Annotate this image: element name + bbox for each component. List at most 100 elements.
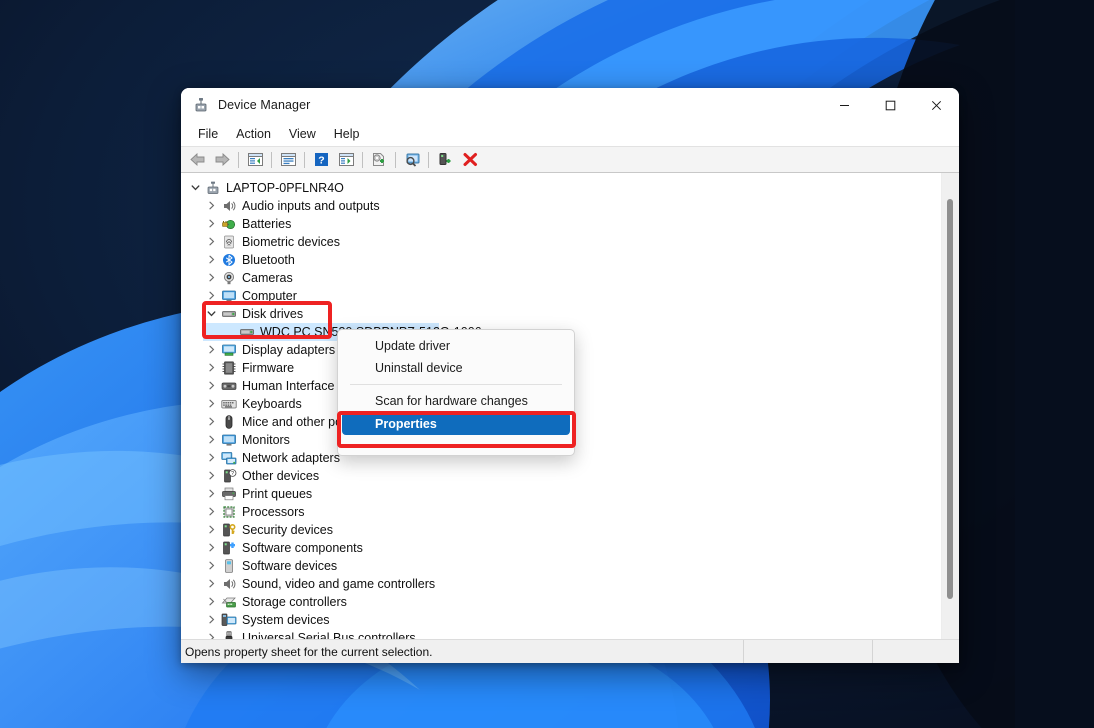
tree-node[interactable]: LAPTOP-0PFLNR4O: [181, 179, 941, 197]
tree-node-label: Network adapters: [242, 451, 340, 465]
device-manager-icon: [193, 97, 209, 113]
minimize-button[interactable]: [821, 88, 867, 122]
tree-node[interactable]: Security devices: [181, 521, 941, 539]
chevron-right-icon[interactable]: [203, 255, 220, 266]
battery-icon: [220, 216, 237, 232]
context-menu-item-properties[interactable]: Properties: [342, 412, 570, 435]
chevron-right-icon[interactable]: [203, 507, 220, 518]
system-device-icon: [220, 612, 237, 628]
chevron-right-icon[interactable]: [203, 453, 220, 464]
tree-node[interactable]: ? Other devices: [181, 467, 941, 485]
tree-node[interactable]: Audio inputs and outputs: [181, 197, 941, 215]
status-pane-2: [744, 640, 873, 663]
chevron-right-icon[interactable]: [203, 201, 220, 212]
chevron-right-icon[interactable]: [203, 489, 220, 500]
menu-view[interactable]: View: [280, 124, 325, 144]
uninstall-device-icon[interactable]: [458, 149, 482, 171]
window-controls: [821, 88, 959, 122]
context-menu-item-scan-for-hardware-changes[interactable]: Scan for hardware changes: [342, 390, 570, 412]
tree-node-label: Keyboards: [242, 397, 302, 411]
update-driver-icon[interactable]: [367, 149, 391, 171]
tree-node[interactable]: Cameras: [181, 269, 941, 287]
chevron-right-icon[interactable]: [203, 345, 220, 356]
tree-node[interactable]: Bluetooth: [181, 251, 941, 269]
tree-node[interactable]: Sound, video and game controllers: [181, 575, 941, 593]
tree-node[interactable]: Biometric devices: [181, 233, 941, 251]
software-device-icon: [220, 558, 237, 574]
properties-icon[interactable]: [276, 149, 300, 171]
tree-node-label: Cameras: [242, 271, 293, 285]
show-hide-console-tree-icon[interactable]: [243, 149, 267, 171]
tree-node[interactable]: Software devices: [181, 557, 941, 575]
chevron-right-icon[interactable]: [203, 237, 220, 248]
menu-help[interactable]: Help: [325, 124, 369, 144]
chevron-right-icon[interactable]: [203, 615, 220, 626]
help-icon[interactable]: ?: [309, 149, 333, 171]
toolbar-separator: [362, 151, 363, 168]
disk-drive-icon: [238, 324, 255, 340]
chevron-right-icon[interactable]: [203, 471, 220, 482]
tree-node[interactable]: Computer: [181, 287, 941, 305]
tree-node[interactable]: Print queues: [181, 485, 941, 503]
context-menu-item-update-driver[interactable]: Update driver: [342, 335, 570, 357]
tree-node[interactable]: Batteries: [181, 215, 941, 233]
scrollbar-thumb[interactable]: [947, 199, 953, 599]
enable-device-icon[interactable]: [433, 149, 457, 171]
close-button[interactable]: [913, 88, 959, 122]
chevron-down-icon[interactable]: [187, 183, 204, 194]
context-menu-item-uninstall-device[interactable]: Uninstall device: [342, 357, 570, 379]
chevron-right-icon[interactable]: [203, 363, 220, 374]
chevron-right-icon[interactable]: [203, 381, 220, 392]
tree-node[interactable]: Storage controllers: [181, 593, 941, 611]
tree-node[interactable]: Software components: [181, 539, 941, 557]
monitor-icon: [220, 288, 237, 304]
tree-node[interactable]: Universal Serial Bus controllers: [181, 629, 941, 639]
chevron-right-icon[interactable]: [203, 291, 220, 302]
tree-node-label: Software components: [242, 541, 363, 555]
toolbar-separator: [238, 151, 239, 168]
tree-node-label: LAPTOP-0PFLNR4O: [226, 181, 344, 195]
chevron-right-icon[interactable]: [203, 417, 220, 428]
mouse-icon: [220, 414, 237, 430]
tree-node-label: Processors: [242, 505, 305, 519]
chevron-right-icon[interactable]: [203, 543, 220, 554]
tree-node[interactable]: Disk drives: [181, 305, 941, 323]
chevron-right-icon[interactable]: [203, 525, 220, 536]
menu-action[interactable]: Action: [227, 124, 280, 144]
tree-node-label: Audio inputs and outputs: [242, 199, 380, 213]
chevron-right-icon[interactable]: [203, 579, 220, 590]
tree-node-label: Biometric devices: [242, 235, 340, 249]
chevron-down-icon[interactable]: [203, 309, 220, 320]
monitor-icon: [220, 432, 237, 448]
maximize-button[interactable]: [867, 88, 913, 122]
forward-arrow-icon[interactable]: [210, 149, 234, 171]
tree-node-label: Security devices: [242, 523, 334, 537]
network-adapter-icon: [220, 450, 237, 466]
chevron-right-icon[interactable]: [203, 561, 220, 572]
status-pane-3: [873, 640, 959, 663]
tree-node-label: Computer: [242, 289, 297, 303]
usb-icon: [220, 630, 237, 639]
tree-node[interactable]: System devices: [181, 611, 941, 629]
chevron-right-icon[interactable]: [203, 219, 220, 230]
chevron-right-icon[interactable]: [203, 399, 220, 410]
scan-for-hardware-changes-icon[interactable]: [400, 149, 424, 171]
tree-node-label: Display adapters: [242, 343, 336, 357]
tree-node[interactable]: Processors: [181, 503, 941, 521]
title-bar[interactable]: Device Manager: [181, 88, 959, 122]
tree-node-label: Sound, video and game controllers: [242, 577, 436, 591]
toolbar: ?: [181, 147, 959, 173]
back-arrow-icon[interactable]: [185, 149, 209, 171]
show-hide-action-pane-icon[interactable]: [334, 149, 358, 171]
vertical-scrollbar[interactable]: [941, 173, 959, 639]
context-menu: Update driver Uninstall device Scan for ha…: [337, 329, 575, 456]
chevron-right-icon[interactable]: [203, 273, 220, 284]
tree-node-label: Storage controllers: [242, 595, 347, 609]
context-menu-separator: [350, 384, 562, 385]
chevron-right-icon[interactable]: [203, 633, 220, 639]
chevron-right-icon[interactable]: [203, 597, 220, 608]
menu-bar: File Action View Help: [181, 122, 959, 147]
menu-file[interactable]: File: [189, 124, 227, 144]
tree-node-label: Monitors: [242, 433, 290, 447]
chevron-right-icon[interactable]: [203, 435, 220, 446]
